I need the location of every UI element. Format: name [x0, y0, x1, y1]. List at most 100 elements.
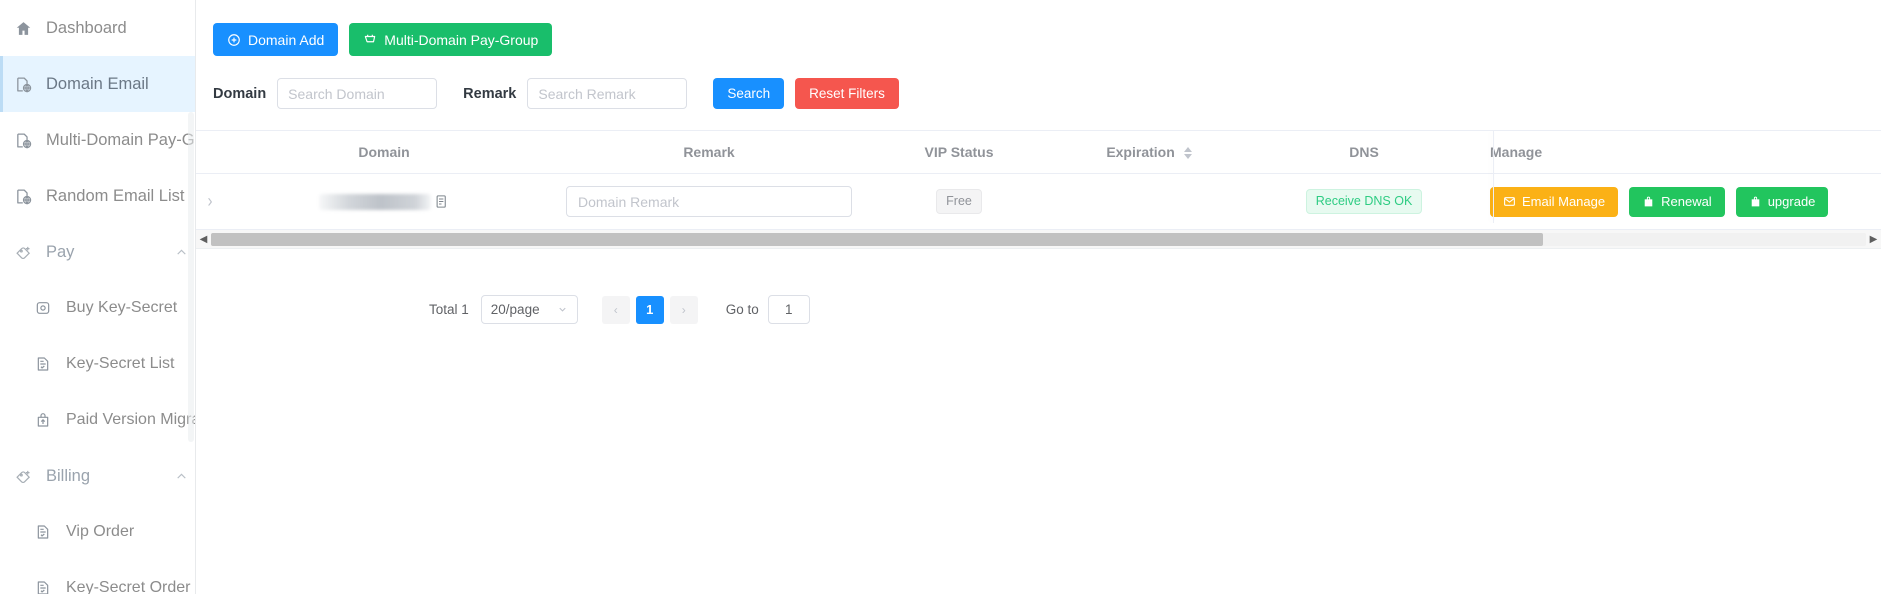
- list-doc-icon: [28, 580, 58, 594]
- row-manage-cell: Email Manage Renewal upgrade: [1474, 173, 1881, 230]
- goto-page-input[interactable]: [767, 295, 810, 324]
- domain-email-icon: [8, 188, 38, 205]
- sidebar-item-label: Multi-Domain Pay-Group: [46, 130, 195, 149]
- sort-icon[interactable]: [1183, 147, 1192, 160]
- table-header-expiration-label: Expiration: [1106, 144, 1175, 160]
- table-horizontal-scrollbar[interactable]: ◀ ▶: [196, 230, 1881, 249]
- sidebar-item-random-email-list[interactable]: Random Email List: [0, 168, 195, 224]
- page-size-select[interactable]: 20/page: [480, 295, 578, 324]
- email-manage-label: Email Manage: [1522, 194, 1606, 209]
- sidebar-item-paid-version-migration[interactable]: Paid Version Migration: [0, 392, 195, 448]
- list-doc-icon: [28, 356, 58, 372]
- reset-filters-label: Reset Filters: [809, 86, 885, 101]
- sidebar-item-dashboard[interactable]: Dashboard: [0, 0, 195, 56]
- search-button[interactable]: Search: [713, 78, 785, 109]
- manage-column-divider: [1493, 131, 1494, 223]
- reset-filters-button[interactable]: Reset Filters: [795, 78, 899, 109]
- page-size-value: 20/page: [490, 302, 540, 317]
- filter-bar: Domain Remark Search Reset Filters: [196, 56, 1881, 109]
- sidebar-item-label: Buy Key-Secret: [66, 299, 178, 316]
- app-root: Dashboard Domain Email Multi-Domain Pay-…: [0, 0, 1881, 594]
- row-dns-cell: Receive DNS OK: [1254, 173, 1474, 230]
- upload-bag-icon: [28, 412, 58, 428]
- sidebar-item-key-secret-order[interactable]: Key-Secret Order: [0, 560, 195, 594]
- page-toolbar: Domain Add Multi-Domain Pay-Group: [196, 0, 1881, 56]
- table-header-remark[interactable]: Remark: [544, 131, 874, 174]
- next-page-button[interactable]: ›: [669, 295, 698, 324]
- prev-page-button[interactable]: ‹: [601, 295, 630, 324]
- envelope-icon: [1503, 195, 1516, 208]
- bag-icon: [1642, 195, 1655, 208]
- sidebar-item-label: Key-Secret List: [66, 355, 175, 372]
- table-header-domain[interactable]: Domain: [224, 131, 544, 174]
- renewal-button[interactable]: Renewal: [1629, 186, 1725, 217]
- sidebar-item-label: Random Email List: [46, 186, 185, 205]
- sidebar-item-label: Paid Version Migration: [66, 411, 195, 428]
- sidebar-item-label: Key-Secret Order: [66, 579, 191, 594]
- expand-row-icon[interactable]: ›: [208, 191, 213, 212]
- sidebar-item-buy-key-secret[interactable]: Buy Key-Secret: [0, 280, 195, 336]
- table-header-dns[interactable]: DNS: [1254, 131, 1474, 174]
- scroll-right-icon[interactable]: ▶: [1866, 233, 1881, 245]
- table-header-expander: [196, 131, 224, 174]
- row-remark-cell: [544, 173, 874, 230]
- pay-icon: [8, 468, 38, 485]
- plus-circle-icon: [227, 33, 241, 47]
- remark-search-input[interactable]: [527, 78, 688, 109]
- sidebar-group-label: Pay: [46, 242, 75, 261]
- sidebar-item-vip-order[interactable]: Vip Order: [0, 504, 195, 560]
- sidebar-group-billing[interactable]: Billing: [0, 448, 195, 504]
- upgrade-button[interactable]: upgrade: [1735, 186, 1829, 217]
- total-count-label: Total 1: [429, 302, 469, 317]
- sidebar-item-multi-domain-pay-group[interactable]: Multi-Domain Pay-Group: [0, 112, 195, 168]
- chevron-down-icon: [557, 304, 568, 315]
- domain-email-icon: [8, 132, 38, 149]
- search-button-label: Search: [727, 86, 771, 101]
- page-number-1[interactable]: 1: [635, 295, 664, 324]
- sidebar: Dashboard Domain Email Multi-Domain Pay-…: [0, 0, 196, 594]
- row-vip-status-cell: Free: [874, 173, 1044, 230]
- domain-filter-label: Domain: [213, 85, 267, 102]
- main-content: Domain Add Multi-Domain Pay-Group Domain…: [196, 0, 1881, 594]
- table-header-expiration[interactable]: Expiration: [1044, 131, 1254, 174]
- table-header-manage: Manage: [1474, 131, 1881, 174]
- pay-icon: [8, 244, 38, 261]
- row-expiration-cell: [1044, 173, 1254, 230]
- remark-filter-label: Remark: [463, 85, 517, 102]
- sidebar-group-label: Billing: [46, 466, 91, 485]
- copy-icon[interactable]: [434, 194, 449, 209]
- email-manage-button[interactable]: Email Manage: [1490, 186, 1619, 217]
- sidebar-scrollbar[interactable]: [188, 112, 194, 442]
- domain-remark-input[interactable]: [566, 186, 852, 217]
- renewal-label: Renewal: [1661, 194, 1712, 209]
- scroll-left-icon[interactable]: ◀: [196, 233, 211, 245]
- sidebar-item-domain-email[interactable]: Domain Email: [0, 56, 195, 112]
- domain-email-icon: [8, 76, 38, 93]
- table-row: › Domain Remark Free Receive DNS OK Emai…: [196, 173, 1881, 230]
- row-domain-cell: [224, 173, 544, 230]
- scrollbar-thumb[interactable]: [211, 232, 1544, 246]
- sidebar-item-label: Domain Email: [46, 74, 149, 93]
- home-icon: [8, 20, 38, 37]
- list-doc-icon: [28, 524, 58, 540]
- sidebar-group-pay[interactable]: Pay: [0, 224, 195, 280]
- multi-domain-label: Multi-Domain Pay-Group: [384, 31, 539, 48]
- sidebar-item-label: Vip Order: [66, 523, 135, 540]
- cart-icon: [363, 33, 377, 47]
- domain-add-button[interactable]: Domain Add: [213, 23, 339, 56]
- table-header-vip-status[interactable]: VIP Status: [874, 131, 1044, 174]
- wallet-icon: [28, 300, 58, 316]
- domain-table: Domain Remark VIP Status Expiration DNS …: [196, 130, 1881, 249]
- row-expander-cell: ›: [196, 173, 224, 230]
- multi-domain-pay-group-button[interactable]: Multi-Domain Pay-Group: [349, 23, 553, 56]
- scrollbar-track[interactable]: [211, 232, 1866, 246]
- sidebar-item-key-secret-list[interactable]: Key-Secret List: [0, 336, 195, 392]
- goto-label: Go to: [725, 302, 759, 317]
- bag-icon: [1749, 195, 1762, 208]
- domain-search-input[interactable]: [277, 78, 438, 109]
- chevron-up-icon: [167, 470, 195, 483]
- sidebar-item-label: Dashboard: [46, 18, 127, 37]
- table-header-row: Domain Remark VIP Status Expiration DNS …: [196, 131, 1881, 174]
- domain-name-redacted: [319, 193, 431, 210]
- vip-status-badge: Free: [936, 189, 982, 214]
